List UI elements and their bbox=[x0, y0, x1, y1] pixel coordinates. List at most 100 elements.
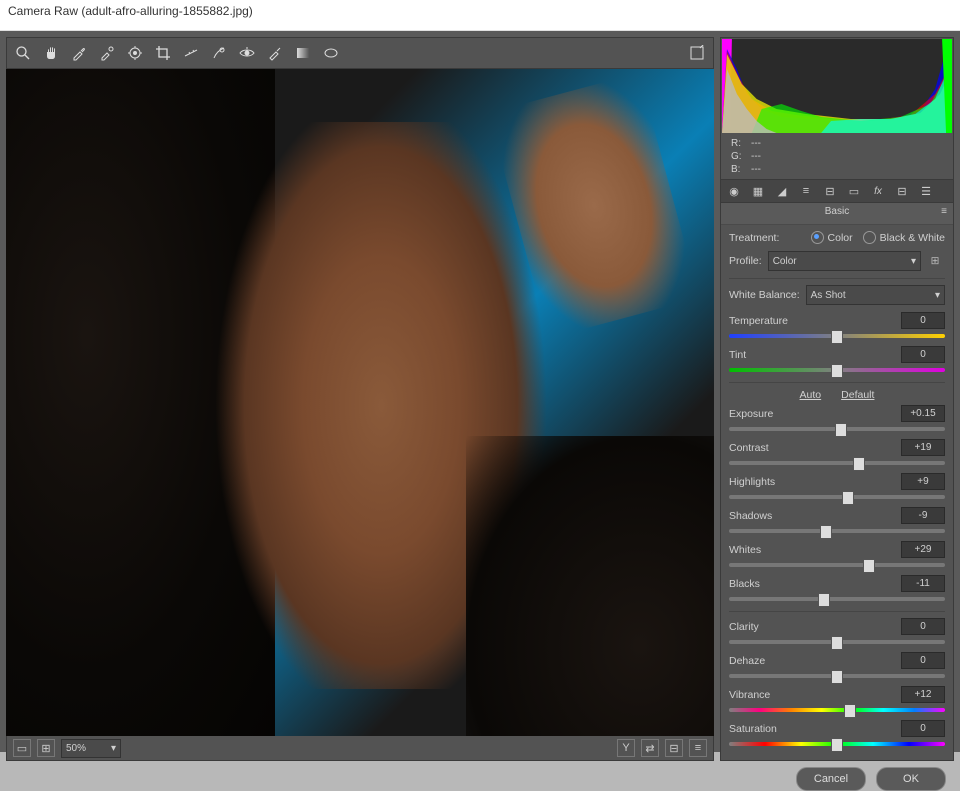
treatment-label: Treatment: bbox=[729, 232, 779, 244]
shadows-slider[interactable] bbox=[729, 525, 945, 537]
saturation-value[interactable]: 0 bbox=[901, 720, 945, 737]
slider-clarity: Clarity 0 bbox=[729, 618, 945, 648]
ok-button[interactable]: OK bbox=[876, 767, 946, 791]
vibrance-label: Vibrance bbox=[729, 689, 770, 701]
white-balance-row: White Balance: As Shot▾ bbox=[729, 285, 945, 305]
top-toolbar bbox=[6, 37, 714, 69]
temperature-value[interactable]: 0 bbox=[901, 312, 945, 329]
zoom-tool-icon[interactable] bbox=[13, 43, 33, 63]
profile-browser-icon[interactable]: ⊞ bbox=[925, 252, 945, 270]
image-preview[interactable] bbox=[6, 69, 714, 736]
tab-presets-icon[interactable]: ☰ bbox=[917, 182, 935, 200]
window-title-bar: Camera Raw (adult-afro-alluring-1855882.… bbox=[0, 0, 960, 31]
temperature-slider[interactable] bbox=[729, 330, 945, 342]
slider-saturation: Saturation 0 bbox=[729, 720, 945, 750]
whites-label: Whites bbox=[729, 544, 761, 556]
tab-calibration-icon[interactable]: ⊟ bbox=[893, 182, 911, 200]
tint-value[interactable]: 0 bbox=[901, 346, 945, 363]
slider-vibrance: Vibrance +12 bbox=[729, 686, 945, 716]
blacks-slider[interactable] bbox=[729, 593, 945, 605]
clarity-label: Clarity bbox=[729, 621, 759, 633]
tint-slider[interactable] bbox=[729, 364, 945, 376]
panel-menu-icon[interactable]: ≡ bbox=[941, 206, 947, 217]
radio-bw[interactable] bbox=[863, 231, 876, 244]
profile-label: Profile: bbox=[729, 255, 762, 267]
contrast-value[interactable]: +19 bbox=[901, 439, 945, 456]
radial-filter-icon[interactable] bbox=[321, 43, 341, 63]
clarity-slider[interactable] bbox=[729, 636, 945, 648]
shadows-value[interactable]: -9 bbox=[901, 507, 945, 524]
straighten-tool-icon[interactable] bbox=[181, 43, 201, 63]
highlights-value[interactable]: +9 bbox=[901, 473, 945, 490]
single-view-icon[interactable]: ▭ bbox=[13, 739, 31, 757]
crop-tool-icon[interactable] bbox=[153, 43, 173, 63]
radio-color-label: Color bbox=[828, 232, 853, 244]
temperature-label: Temperature bbox=[729, 315, 788, 327]
white-balance-label: White Balance: bbox=[729, 289, 800, 301]
color-sampler-icon[interactable] bbox=[97, 43, 117, 63]
slider-tint: Tint0 bbox=[729, 346, 945, 376]
preview-bottom-bar: ▭ ⊞ 50%▾ Y ⇄ ⊟ ≡ bbox=[6, 736, 714, 761]
dialog-footer: Cancel OK bbox=[0, 767, 960, 791]
spot-removal-icon[interactable] bbox=[209, 43, 229, 63]
tab-hsl-icon[interactable]: ≡ bbox=[797, 182, 815, 200]
tab-lens-icon[interactable]: ▭ bbox=[845, 182, 863, 200]
whites-value[interactable]: +29 bbox=[901, 541, 945, 558]
graduated-filter-icon[interactable] bbox=[293, 43, 313, 63]
cancel-button[interactable]: Cancel bbox=[796, 767, 866, 791]
panel-header: Basic ≡ bbox=[721, 203, 953, 225]
settings-sliders-icon[interactable]: ≡ bbox=[689, 739, 707, 757]
hand-tool-icon[interactable] bbox=[41, 43, 61, 63]
shadows-label: Shadows bbox=[729, 510, 772, 522]
slider-exposure: Exposure +0.15 bbox=[729, 405, 945, 435]
slider-shadows: Shadows -9 bbox=[729, 507, 945, 537]
contrast-slider[interactable] bbox=[729, 457, 945, 469]
saturation-label: Saturation bbox=[729, 723, 777, 735]
swap-icon[interactable]: ⇄ bbox=[641, 739, 659, 757]
clarity-value[interactable]: 0 bbox=[901, 618, 945, 635]
radio-color[interactable] bbox=[811, 231, 824, 244]
treatment-row: Treatment: Color Black & White bbox=[729, 231, 945, 244]
window-title-text: Camera Raw (adult-afro-alluring-1855882.… bbox=[8, 4, 253, 18]
slider-temperature: Temperature 0 bbox=[729, 312, 945, 342]
before-after-icon[interactable]: Y bbox=[617, 739, 635, 757]
blacks-label: Blacks bbox=[729, 578, 760, 590]
zoom-select[interactable]: 50%▾ bbox=[61, 739, 121, 758]
tab-fx-icon[interactable]: fx bbox=[869, 182, 887, 200]
rgb-readout: R:--- G:--- B:--- bbox=[721, 134, 953, 179]
whites-slider[interactable] bbox=[729, 559, 945, 571]
tab-basic-icon[interactable]: ◉ bbox=[725, 182, 743, 200]
slider-dehaze: Dehaze 0 bbox=[729, 652, 945, 682]
auto-link[interactable]: Auto bbox=[800, 389, 822, 401]
dehaze-value[interactable]: 0 bbox=[901, 652, 945, 669]
red-eye-icon[interactable] bbox=[237, 43, 257, 63]
dehaze-slider[interactable] bbox=[729, 670, 945, 682]
grid-view-icon[interactable]: ⊞ bbox=[37, 739, 55, 757]
vibrance-slider[interactable] bbox=[729, 704, 945, 716]
targeted-adjustment-icon[interactable] bbox=[125, 43, 145, 63]
tab-detail-icon[interactable]: ◢ bbox=[773, 182, 791, 200]
preferences-icon[interactable] bbox=[687, 43, 707, 63]
radio-bw-label: Black & White bbox=[880, 232, 945, 244]
saturation-slider[interactable] bbox=[729, 738, 945, 750]
panel-tabs: ◉ ▦ ◢ ≡ ⊟ ▭ fx ⊟ ☰ bbox=[721, 179, 953, 203]
slider-blacks: Blacks -11 bbox=[729, 575, 945, 605]
exposure-label: Exposure bbox=[729, 408, 773, 420]
auto-default-row: Auto Default bbox=[729, 389, 945, 401]
exposure-value[interactable]: +0.15 bbox=[901, 405, 945, 422]
histogram[interactable] bbox=[722, 39, 952, 133]
tab-curve-icon[interactable]: ▦ bbox=[749, 182, 767, 200]
white-balance-select[interactable]: As Shot▾ bbox=[806, 285, 945, 305]
highlights-slider[interactable] bbox=[729, 491, 945, 503]
default-link[interactable]: Default bbox=[841, 389, 874, 401]
vibrance-value[interactable]: +12 bbox=[901, 686, 945, 703]
tab-split-icon[interactable]: ⊟ bbox=[821, 182, 839, 200]
copy-settings-icon[interactable]: ⊟ bbox=[665, 739, 683, 757]
white-balance-eyedropper-icon[interactable] bbox=[69, 43, 89, 63]
blacks-value[interactable]: -11 bbox=[901, 575, 945, 592]
exposure-slider[interactable] bbox=[729, 423, 945, 435]
dehaze-label: Dehaze bbox=[729, 655, 765, 667]
profile-select[interactable]: Color▾ bbox=[768, 251, 921, 271]
adjustment-brush-icon[interactable] bbox=[265, 43, 285, 63]
highlights-label: Highlights bbox=[729, 476, 775, 488]
